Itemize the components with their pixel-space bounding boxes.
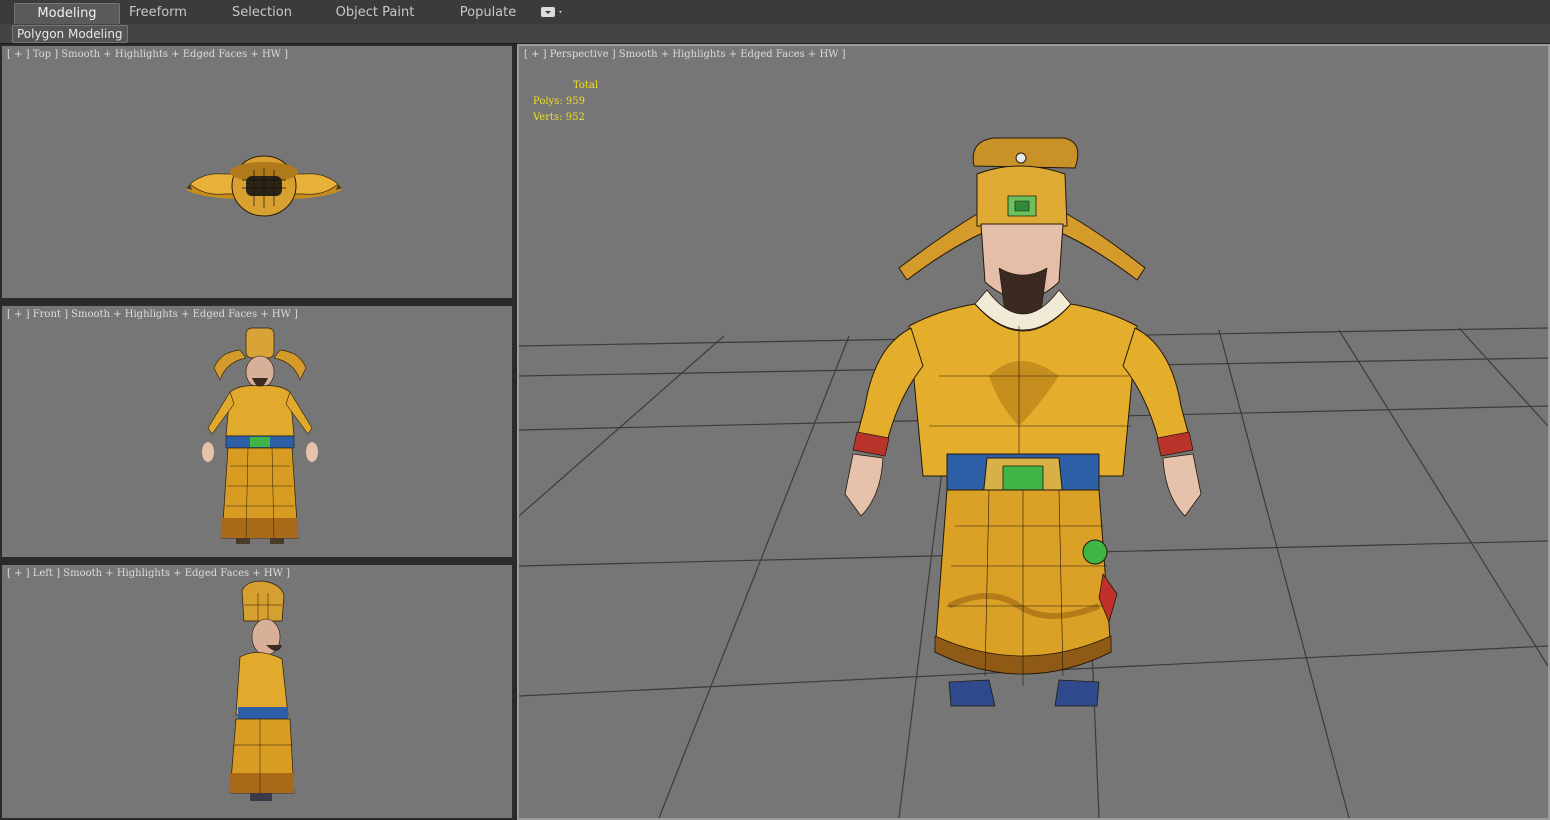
ribbon-panel: Polygon Modeling: [0, 24, 1550, 44]
perspective-view-scene: [519, 137, 1548, 818]
tab-selection[interactable]: Selection: [220, 3, 304, 23]
polygon-modeling-panel-button[interactable]: Polygon Modeling: [12, 25, 128, 43]
viewport-top[interactable]: [ + ] Top ] Smooth + Highlights + Edged …: [0, 44, 514, 300]
character-model: [844, 137, 1202, 707]
viewport-perspective[interactable]: [ + ] Perspective ] Smooth + Highlights …: [517, 44, 1550, 820]
viewport-left[interactable]: [ + ] Left ] Smooth + Highlights + Edged…: [0, 563, 514, 820]
dropdown-options-icon[interactable]: [540, 5, 566, 19]
ribbon-tab-bar: Modeling Freeform Selection Object Paint…: [0, 0, 1550, 25]
viewport-front[interactable]: [ + ] Front ] Smooth + Highlights + Edge…: [0, 304, 514, 559]
viewport-top-label[interactable]: [ + ] Top ] Smooth + Highlights + Edged …: [7, 49, 288, 60]
viewport-left-label[interactable]: [ + ] Left ] Smooth + Highlights + Edged…: [7, 568, 290, 579]
stats-verts-label: Verts:: [533, 112, 563, 123]
tab-modeling[interactable]: Modeling: [14, 3, 120, 24]
stats-polys-value: 959: [565, 96, 585, 107]
tab-object-paint[interactable]: Object Paint: [330, 3, 420, 23]
tab-populate[interactable]: Populate: [450, 3, 526, 23]
front-view-model: [202, 327, 318, 544]
stats-verts-value: 952: [565, 112, 585, 123]
statistics-overlay: Total Polys: 959 Verts: 952: [533, 78, 598, 126]
tab-freeform[interactable]: Freeform: [118, 3, 198, 23]
viewport-perspective-label[interactable]: [ + ] Perspective ] Smooth + Highlights …: [524, 49, 846, 60]
stats-total-header: Total: [573, 80, 599, 91]
stats-polys-label: Polys:: [533, 96, 563, 107]
left-view-model: [229, 580, 295, 801]
top-view-model: [186, 155, 342, 217]
viewport-front-label[interactable]: [ + ] Front ] Smooth + Highlights + Edge…: [7, 309, 298, 320]
